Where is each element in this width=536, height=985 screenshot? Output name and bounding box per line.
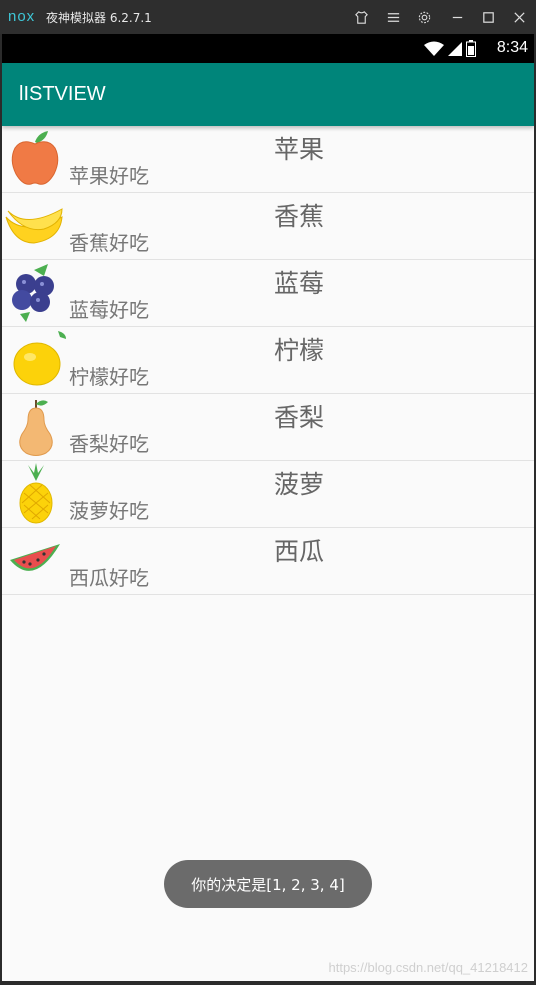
item-desc: 苹果好吃 bbox=[69, 164, 149, 188]
nox-logo: nox bbox=[8, 8, 36, 25]
app-bar: lISTVIEW bbox=[2, 63, 534, 126]
minimize-icon[interactable] bbox=[446, 6, 468, 28]
item-name: 柠檬 bbox=[274, 336, 325, 365]
list-item[interactable]: 菠萝 菠萝好吃 bbox=[2, 461, 534, 528]
watermelon-icon bbox=[10, 544, 60, 571]
shirt-icon[interactable] bbox=[350, 6, 372, 28]
blueberry-icon bbox=[12, 264, 54, 322]
phone-screen: 8:34 lISTVIEW 苹果 苹果好吃 香蕉 香蕉好吃 蓝莓 蓝莓好吃 柠檬… bbox=[2, 34, 534, 981]
item-desc: 香梨好吃 bbox=[69, 432, 149, 456]
emulator-title-bar: nox 夜神模拟器 6.2.7.1 bbox=[0, 0, 536, 34]
list-item[interactable]: 西瓜 西瓜好吃 bbox=[2, 528, 534, 595]
toast-message: 你的决定是[1, 2, 3, 4] bbox=[164, 860, 372, 908]
list-item[interactable]: 香梨 香梨好吃 bbox=[2, 394, 534, 461]
status-bar: 8:34 bbox=[2, 34, 534, 63]
menu-icon[interactable] bbox=[382, 6, 404, 28]
item-name: 菠萝 bbox=[274, 470, 325, 499]
emulator-title: 夜神模拟器 6.2.7.1 bbox=[46, 11, 152, 25]
item-name: 苹果 bbox=[274, 135, 325, 164]
list-item[interactable]: 柠檬 柠檬好吃 bbox=[2, 327, 534, 394]
list-item[interactable]: 蓝莓 蓝莓好吃 bbox=[2, 260, 534, 327]
item-name: 西瓜 bbox=[274, 537, 325, 566]
app-title: lISTVIEW bbox=[19, 83, 106, 105]
pineapple-icon bbox=[19, 463, 53, 524]
item-name: 蓝莓 bbox=[274, 269, 325, 298]
watermark: https://blog.csdn.net/qq_41218412 bbox=[328, 960, 529, 975]
item-desc: 香蕉好吃 bbox=[69, 231, 149, 255]
banana-icon bbox=[5, 208, 63, 244]
wifi-icon bbox=[424, 41, 444, 56]
gear-icon[interactable] bbox=[413, 6, 435, 28]
status-time: 8:34 bbox=[496, 39, 528, 56]
battery-icon bbox=[466, 40, 476, 57]
item-desc: 蓝莓好吃 bbox=[69, 298, 149, 322]
close-icon[interactable] bbox=[508, 6, 530, 28]
pear-icon bbox=[19, 400, 53, 456]
item-name: 香梨 bbox=[274, 403, 325, 432]
item-desc: 西瓜好吃 bbox=[69, 566, 149, 590]
item-name: 香蕉 bbox=[274, 202, 325, 231]
item-desc: 菠萝好吃 bbox=[69, 499, 149, 523]
maximize-icon[interactable] bbox=[477, 6, 499, 28]
fruit-list: 苹果 苹果好吃 香蕉 香蕉好吃 蓝莓 蓝莓好吃 柠檬 柠檬好吃 香梨 香梨好吃 … bbox=[2, 126, 534, 595]
list-item[interactable]: 苹果 苹果好吃 bbox=[2, 126, 534, 193]
signal-icon bbox=[448, 41, 462, 56]
item-desc: 柠檬好吃 bbox=[69, 365, 149, 389]
list-item[interactable]: 香蕉 香蕉好吃 bbox=[2, 193, 534, 260]
lemon-icon bbox=[13, 331, 66, 386]
apple-icon bbox=[11, 131, 59, 185]
